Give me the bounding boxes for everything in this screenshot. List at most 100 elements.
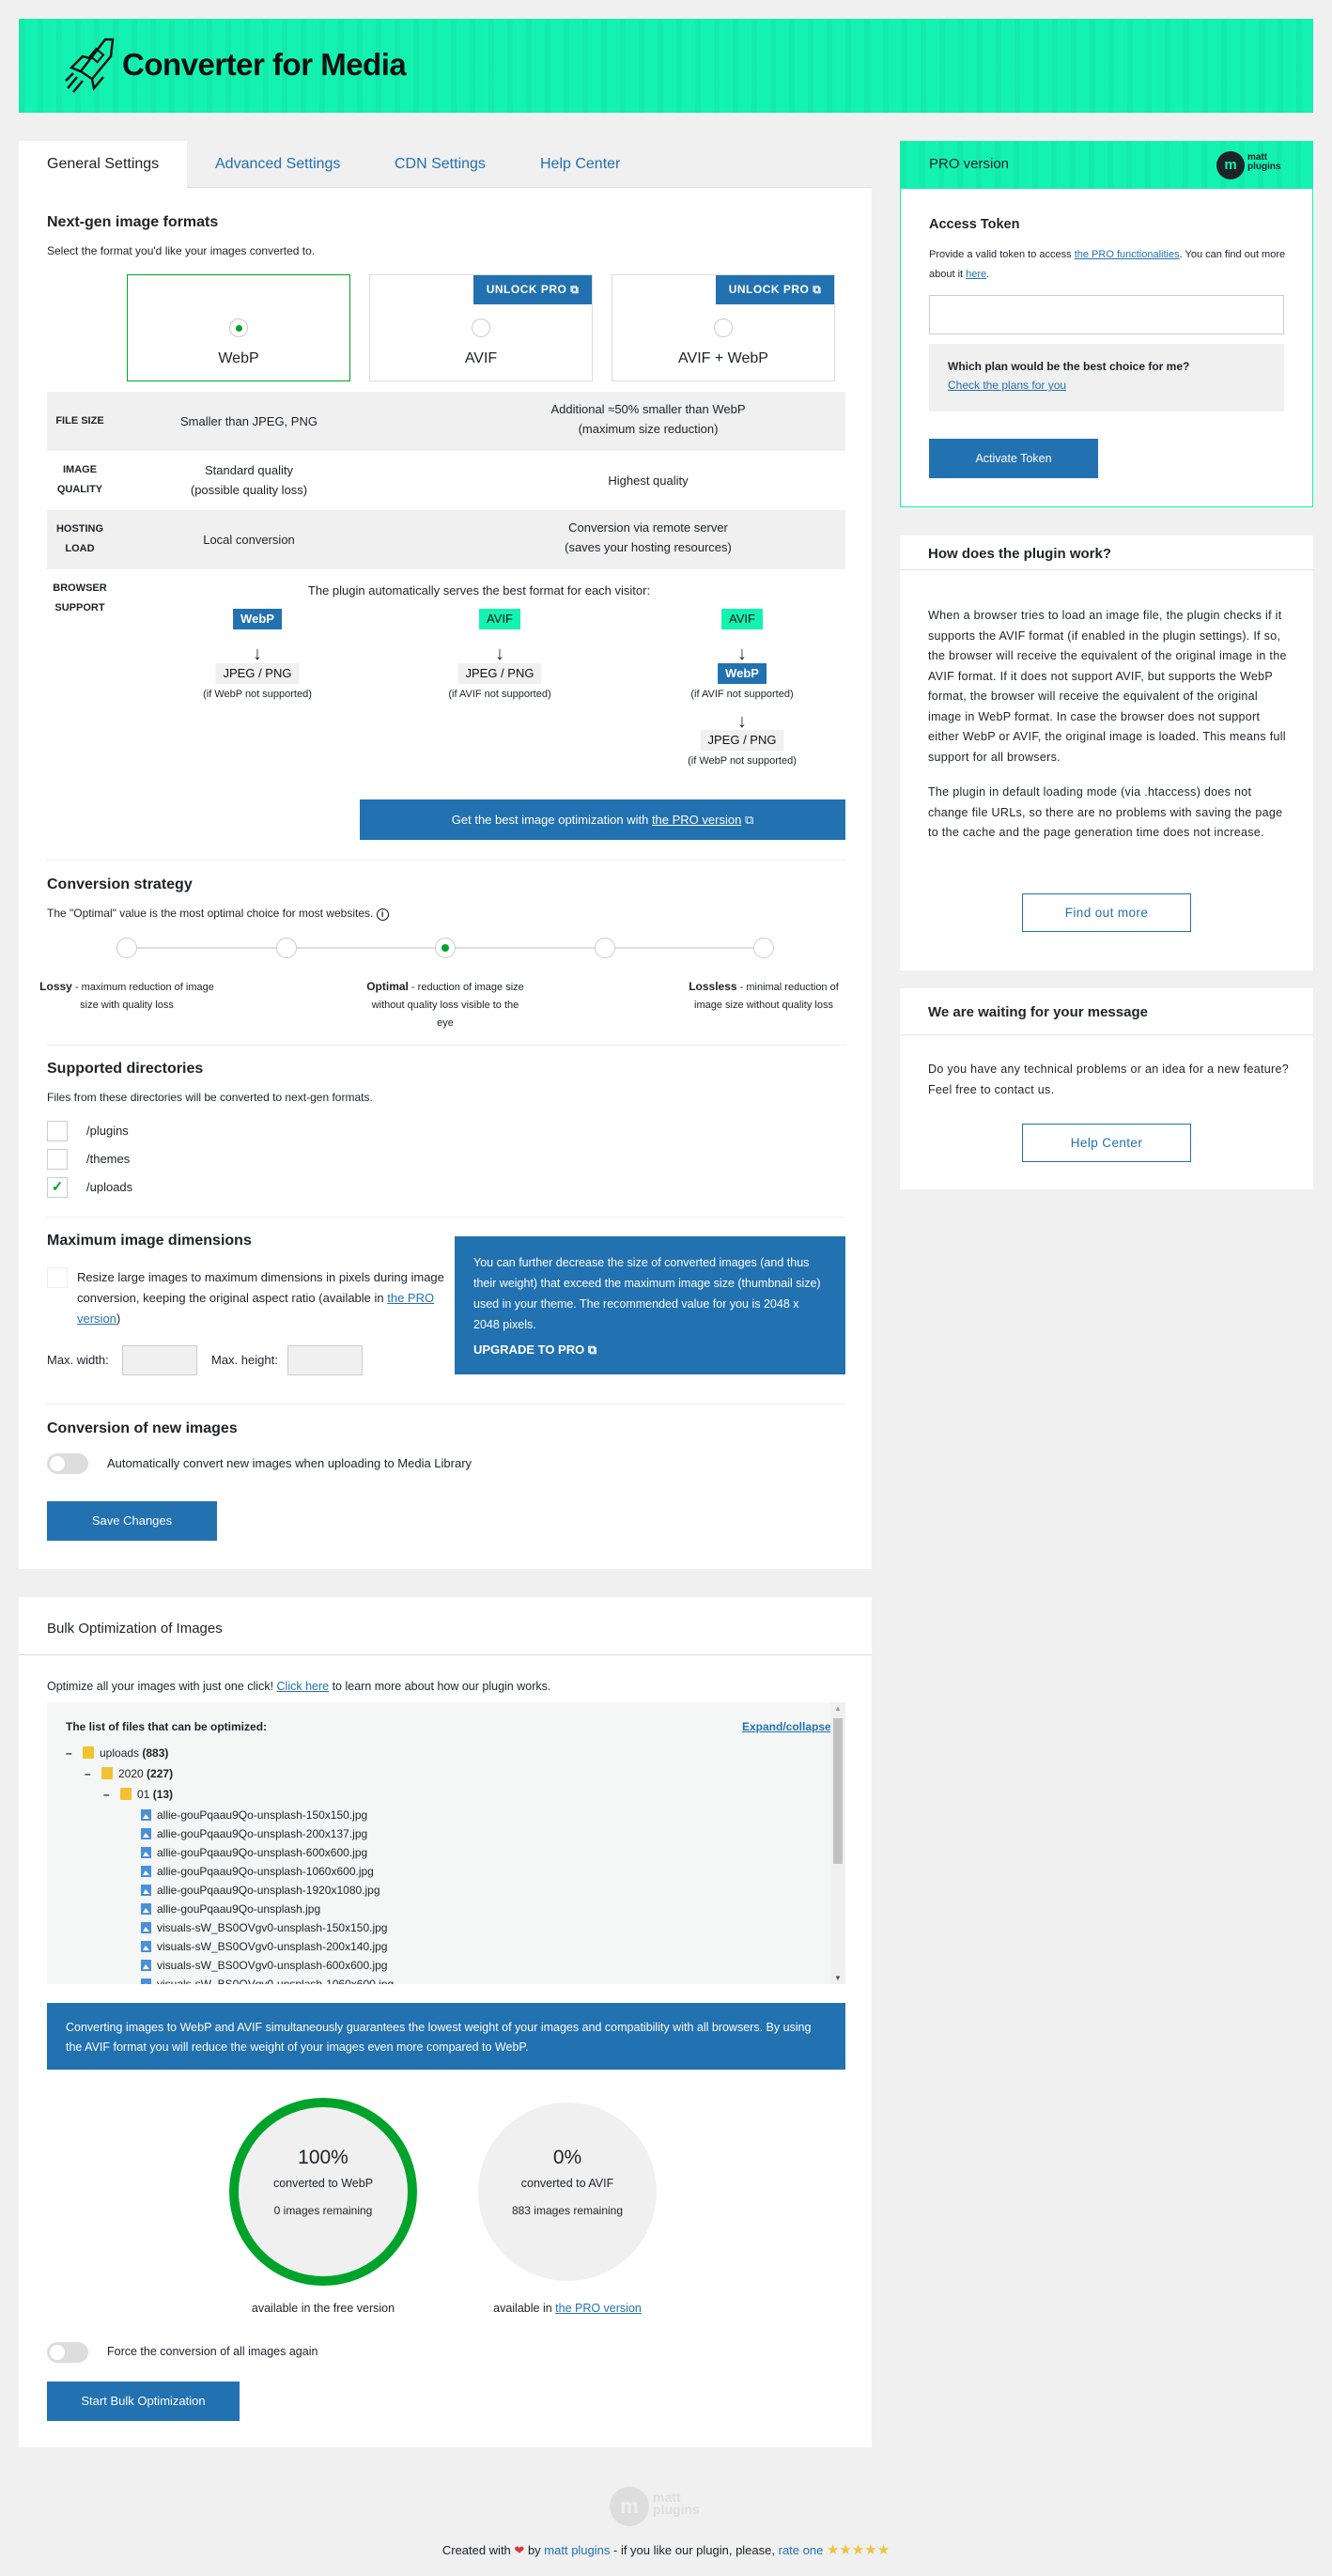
star-rating-icon[interactable]: ★★★★★	[827, 2542, 890, 2558]
scroll-down-icon[interactable]: ▼	[834, 1974, 842, 1982]
webp-availability: available in the free version	[251, 2302, 395, 2315]
checkbox-plugins[interactable]	[47, 1121, 68, 1141]
webp-value: Smaller than JPEG, PNG	[180, 414, 318, 428]
directories-subtitle: Files from these directories will be con…	[47, 1091, 373, 1104]
format-option-avif-webp[interactable]: UNLOCK PRO ⧉ AVIF + WebP	[612, 274, 835, 381]
save-changes-button[interactable]: Save Changes	[47, 1501, 217, 1541]
max-height-input[interactable]	[287, 1345, 363, 1375]
format-option-webp[interactable]: WebP	[127, 274, 350, 381]
file-name: visuals-sW_BS0OVgv0-unsplash-1060x600.jp…	[157, 1978, 395, 1984]
here-link[interactable]: here	[966, 269, 986, 280]
contact-panel: We are waiting for your message Do you h…	[900, 988, 1313, 1189]
folder-count: (883)	[142, 1746, 169, 1760]
checkbox-uploads[interactable]: ✓	[47, 1177, 68, 1198]
collapse-icon[interactable]: –	[66, 1744, 75, 1762]
tab-advanced-settings[interactable]: Advanced Settings	[215, 141, 340, 188]
tab-cdn-settings[interactable]: CDN Settings	[395, 141, 486, 188]
format-option-avif[interactable]: UNLOCK PRO ⧉ AVIF	[369, 274, 593, 381]
avif-remaining: 883 images remaining	[511, 2204, 624, 2217]
footer-logo: m	[610, 2487, 649, 2526]
comparison-row-hosting-load: HOSTING LOAD Local conversion Conversion…	[47, 510, 845, 569]
lossless-label: Lossless	[689, 980, 737, 993]
strategy-step-5[interactable]	[753, 938, 774, 958]
find-out-more-button[interactable]: Find out more	[1022, 893, 1191, 932]
avif-badge: AVIF	[479, 609, 520, 629]
start-bulk-optimization-button[interactable]: Start Bulk Optimization	[47, 2382, 240, 2421]
webp-label: converted to WebP	[272, 2177, 374, 2190]
upgrade-label: UPGRADE TO PRO	[473, 1342, 585, 1357]
unlock-pro-button[interactable]: UNLOCK PRO ⧉	[716, 275, 834, 304]
collapse-icon[interactable]: –	[103, 1785, 113, 1804]
how-it-works-panel: How does the plugin work? When a browser…	[900, 535, 1313, 970]
footer-text: - if you like our plugin, please,	[610, 2543, 779, 2557]
folder-count: (227)	[147, 1767, 174, 1780]
click-here-link[interactable]: Click here	[277, 1680, 330, 1693]
scrollbar-thumb[interactable]	[833, 1718, 843, 1864]
webp-badge: WebP	[233, 609, 282, 629]
info-icon[interactable]: i	[376, 908, 389, 921]
auto-convert-toggle[interactable]	[47, 1453, 88, 1474]
tree-folder-uploads[interactable]: – uploads (883)	[66, 1744, 168, 1762]
file-tree-scrollbar[interactable]: ▲ ▼	[830, 1702, 845, 1984]
bulk-info-box: Converting images to WebP and AVIF simul…	[47, 2003, 845, 2070]
pro-functionalities-link[interactable]: the PRO functionalities	[1075, 249, 1180, 260]
row-label: SUPPORT	[54, 602, 105, 613]
dimensions-promo-box: You can further decrease the size of con…	[455, 1236, 845, 1374]
upgrade-to-pro-link[interactable]: UPGRADE TO PRO ⧉	[473, 1342, 827, 1358]
pro-version-link[interactable]: the PRO version	[652, 813, 741, 827]
checkbox-themes[interactable]	[47, 1149, 68, 1170]
matt-plugins-logo-text: matt plugins	[1247, 152, 1281, 172]
matt-plugins-link[interactable]: matt plugins	[544, 2543, 610, 2557]
file-tree[interactable]: The list of files that can be optimized:…	[47, 1702, 845, 1984]
file-item: allie-gouPqaau9Qo-unsplash-1920x1080.jpg	[141, 1881, 380, 1900]
strategy-step-4[interactable]	[594, 938, 615, 958]
webp-remaining: 0 images remaining	[273, 2204, 373, 2217]
radio-avif[interactable]	[472, 318, 490, 337]
lossy-desc: - maximum reduction of image size with q…	[71, 982, 214, 1011]
bulk-title: Bulk Optimization of Images	[47, 1621, 223, 1637]
file-name: visuals-sW_BS0OVgv0-unsplash-600x600.jpg	[157, 1959, 388, 1972]
rate-link[interactable]: rate one	[779, 2543, 824, 2557]
checkbox-label: /uploads	[86, 1180, 133, 1194]
section-title-strategy: Conversion strategy	[47, 877, 193, 892]
scroll-up-icon[interactable]: ▲	[834, 1704, 842, 1713]
promo-text: You can further decrease the size of con…	[473, 1256, 821, 1331]
jpeg-png-badge: JPEG / PNG	[215, 663, 300, 684]
activate-token-button[interactable]: Activate Token	[929, 439, 1098, 478]
avif-value: Additional ≈50% smaller than WebP	[550, 402, 746, 416]
tab-help-center[interactable]: Help Center	[540, 141, 620, 188]
image-file-icon	[141, 1941, 151, 1952]
radio-webp[interactable]	[229, 318, 248, 337]
strategy-step-2[interactable]	[275, 938, 297, 958]
arrow-down-icon: ↓	[737, 644, 747, 664]
check-plans-link[interactable]: Check the plans for you	[948, 379, 1066, 392]
collapse-icon[interactable]: –	[85, 1764, 94, 1783]
contact-text: Do you have any technical problems or an…	[928, 1063, 1290, 1096]
max-width-input[interactable]	[122, 1345, 197, 1375]
tree-folder-2020[interactable]: – 2020 (227)	[85, 1764, 173, 1783]
tab-general-settings[interactable]: General Settings	[19, 141, 187, 189]
section-title-new-images: Conversion of new images	[47, 1420, 238, 1436]
arrow-down-icon: ↓	[737, 711, 747, 732]
strategy-subtitle-text: The "Optimal" value is the most optimal …	[47, 907, 374, 920]
fallback-caption: (if WebP not supported)	[688, 755, 797, 767]
avif-label: converted to AVIF	[520, 2177, 614, 2190]
get-pro-version-button[interactable]: Get the best image optimization with the…	[360, 799, 845, 840]
force-conversion-toggle[interactable]	[47, 2342, 88, 2363]
pro-version-link[interactable]: the PRO version	[555, 2302, 642, 2315]
file-item: allie-gouPqaau9Qo-unsplash-1060x600.jpg	[141, 1862, 374, 1881]
avif-percent: 0%	[552, 2147, 582, 2168]
webp-note: (possible quality loss)	[190, 483, 308, 497]
checkbox-resize-images[interactable]	[47, 1267, 68, 1288]
tree-folder-01[interactable]: – 01 (13)	[103, 1785, 173, 1804]
row-label: IMAGE	[62, 464, 98, 475]
strategy-step-1[interactable]	[116, 938, 137, 958]
pro-header: PRO version m matt plugins	[901, 142, 1312, 189]
help-center-button[interactable]: Help Center	[1022, 1124, 1191, 1162]
heart-icon: ❤	[514, 2543, 525, 2557]
radio-avif-webp[interactable]	[714, 318, 733, 337]
access-token-input[interactable]	[929, 295, 1284, 334]
unlock-pro-button[interactable]: UNLOCK PRO ⧉	[473, 275, 592, 304]
how-paragraph-2: The plugin in default loading mode (via …	[928, 785, 1283, 839]
strategy-step-3[interactable]	[435, 938, 456, 958]
